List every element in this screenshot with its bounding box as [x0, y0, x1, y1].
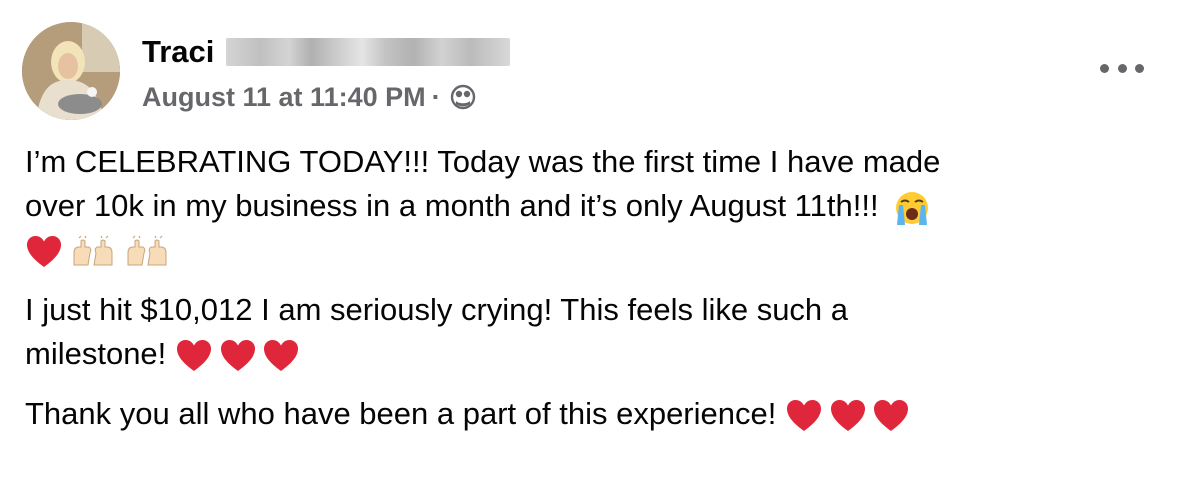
avatar-photo [22, 22, 120, 120]
more-dot [1100, 63, 1109, 73]
red-heart-icon [176, 339, 211, 371]
post-header: Traci August 11 at 11:40 PM · [22, 22, 511, 120]
text-line: I’m CELEBRATING TODAY!!! Today was the f… [25, 140, 1175, 184]
post-timestamp[interactable]: August 11 at 11:40 PM [142, 82, 426, 113]
post-paragraph-3: Thank you all who have been a part of th… [25, 392, 1175, 436]
avatar[interactable] [22, 22, 120, 120]
separator-dot: · [431, 81, 441, 112]
red-heart-icon [786, 399, 821, 431]
red-heart-icon [27, 235, 61, 267]
paragraph-2-line-1: I just hit $10,012 I am seriously crying… [25, 292, 849, 327]
more-dot [1117, 63, 1127, 73]
paragraph-1-line-2: over 10k in my business in a month and i… [25, 188, 879, 223]
raised-hands-icon [73, 235, 113, 266]
text-line: I just hit $10,012 I am seriously crying… [25, 288, 1175, 332]
post-body: I’m CELEBRATING TODAY!!! Today was the f… [25, 140, 1175, 452]
post-paragraph-1: I’m CELEBRATING TODAY!!! Today was the f… [25, 140, 1175, 272]
more-options-icon[interactable] [1100, 56, 1144, 80]
timestamp-row: August 11 at 11:40 PM · [142, 82, 510, 113]
paragraph-2-line-2: milestone! [25, 336, 167, 371]
text-line: Thank you all who have been a part of th… [25, 392, 1175, 436]
post-paragraph-2: I just hit $10,012 I am seriously crying… [25, 288, 1175, 376]
red-heart-icon [220, 339, 255, 371]
emoji-line [25, 228, 1175, 272]
text-line: milestone! [25, 332, 1175, 376]
text-line: over 10k in my business in a month and i… [25, 184, 1175, 228]
redacted-surname [226, 37, 511, 66]
paragraph-3-line-1: Thank you all who have been a part of th… [25, 396, 777, 431]
globe-icon[interactable] [449, 83, 477, 111]
author-name[interactable]: Traci [142, 34, 214, 70]
author-row: Traci [142, 30, 511, 74]
paragraph-1-line-1: I’m CELEBRATING TODAY!!! Today was the f… [25, 144, 941, 179]
loudly-crying-face-icon [896, 191, 929, 225]
raised-hands-icon [127, 235, 167, 266]
red-heart-icon [830, 399, 865, 431]
red-heart-icon [264, 339, 299, 371]
facebook-post: Traci August 11 at 11:40 PM · I’m CELEBR… [0, 0, 1200, 482]
post-meta: Traci August 11 at 11:40 PM · [142, 30, 511, 113]
more-dot [1135, 63, 1144, 73]
red-heart-icon [874, 399, 909, 431]
